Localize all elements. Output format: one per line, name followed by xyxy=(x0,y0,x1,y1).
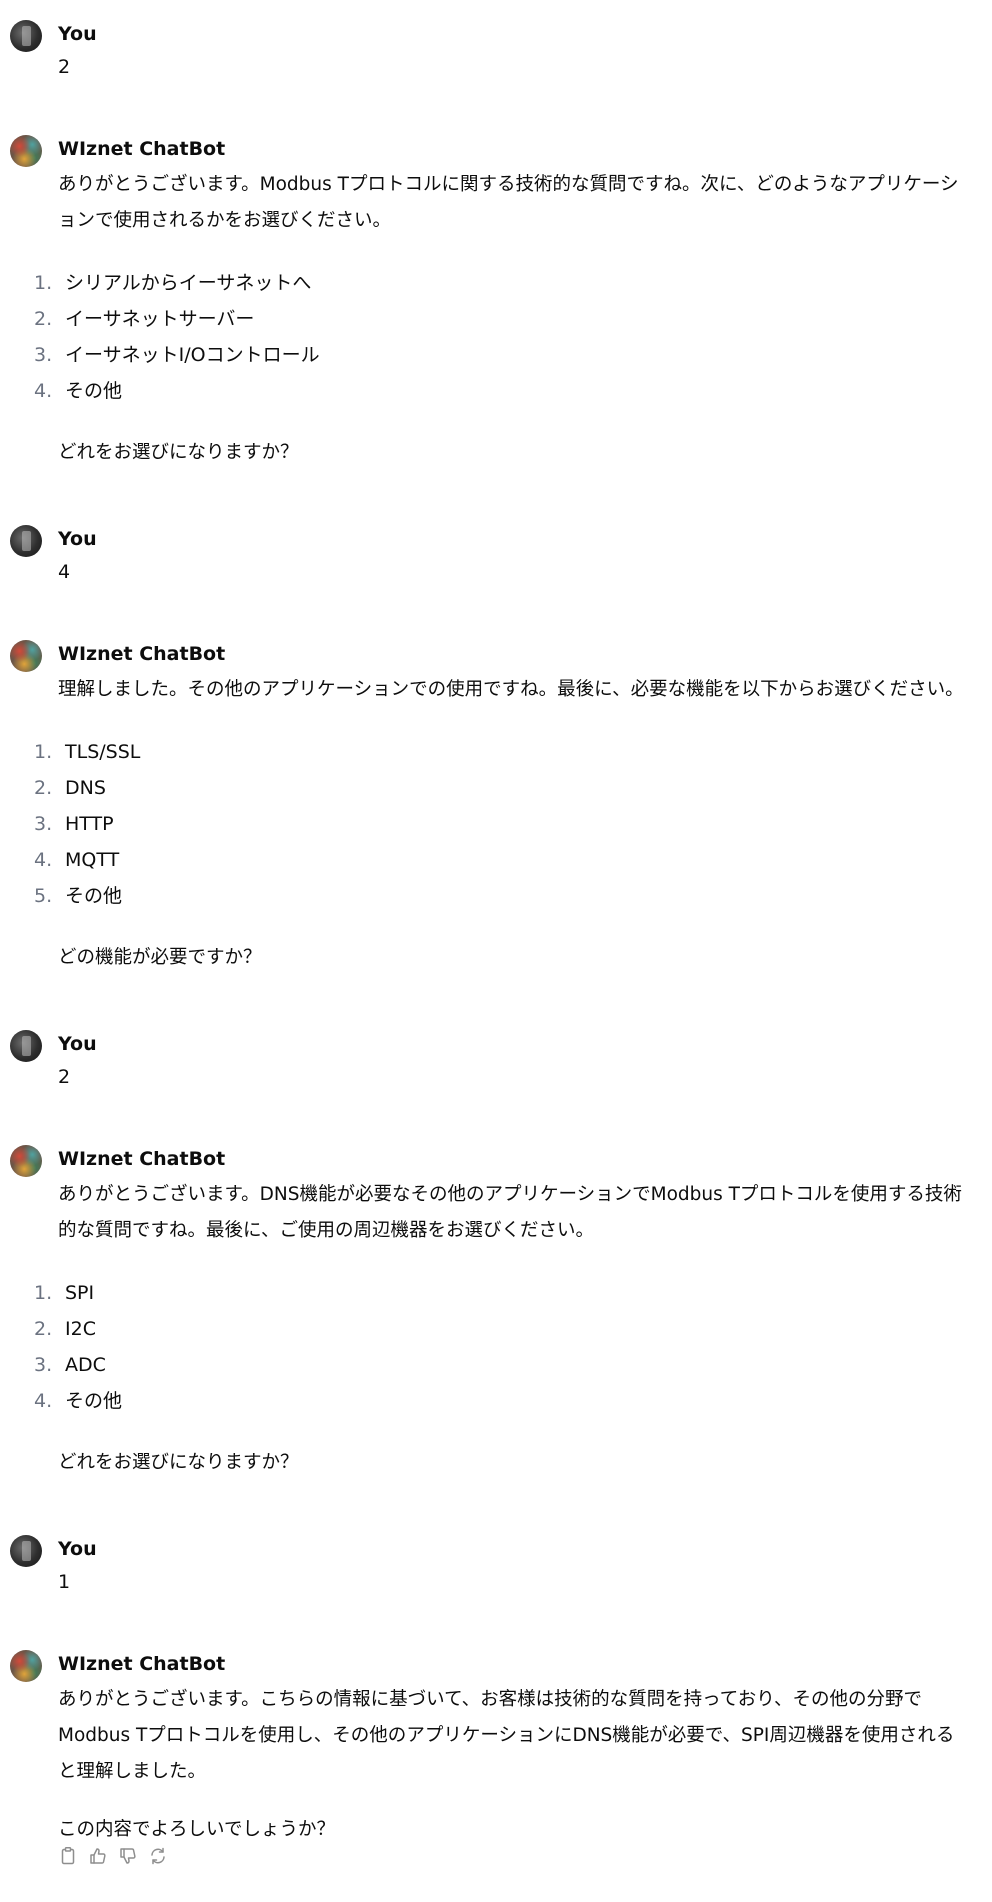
bot-message: WIznet ChatBot ありがとうございます。こちらの情報に基づいて、お客… xyxy=(0,1650,992,1850)
option-label: ADC xyxy=(65,1354,106,1376)
user-message-text: 1 xyxy=(58,1571,71,1593)
option-number: 3. xyxy=(34,1354,53,1376)
bot-message-question: どれをお選びになりますか？ xyxy=(58,442,299,463)
bot-message-intro: 理解しました。その他のアプリケーションでの使用ですね。最後に、必要な機能を以下か… xyxy=(58,679,964,700)
sender-name: You xyxy=(58,1538,97,1560)
option-number: 2. xyxy=(34,308,53,330)
option-label: その他 xyxy=(65,1390,123,1412)
sender-name: WIznet ChatBot xyxy=(58,1148,226,1170)
user-message-text: 2 xyxy=(58,1066,71,1088)
bot-message: WIznet ChatBot 理解しました。その他のアプリケーションでの使用です… xyxy=(0,640,992,980)
option-list: 1. SPI 2. I2C 3. ADC 4. その他 xyxy=(0,1275,600,1419)
option-number: 1. xyxy=(34,272,53,294)
option-number: 3. xyxy=(34,813,53,835)
list-item: 1. TLS/SSL xyxy=(0,734,600,770)
user-message: You 4 xyxy=(0,525,992,585)
sender-name: WIznet ChatBot xyxy=(58,643,226,665)
option-label: イーサネットI/Oコントロール xyxy=(65,344,320,366)
list-item: 4. MQTT xyxy=(0,842,600,878)
user-avatar xyxy=(10,1535,42,1567)
option-number: 2. xyxy=(34,777,53,799)
option-number: 1. xyxy=(34,1282,53,1304)
option-number: 3. xyxy=(34,344,53,366)
user-message: You 1 xyxy=(0,1535,992,1595)
list-item: 1. SPI xyxy=(0,1275,600,1311)
user-message: You 2 xyxy=(0,1030,992,1090)
option-label: I2C xyxy=(65,1318,96,1340)
list-item: 2. DNS xyxy=(0,770,600,806)
copy-icon[interactable] xyxy=(58,1846,78,1866)
option-label: DNS xyxy=(65,777,106,799)
option-label: その他 xyxy=(65,380,123,402)
option-label: シリアルからイーサネットへ xyxy=(65,272,312,294)
user-avatar xyxy=(10,1030,42,1062)
option-label: その他 xyxy=(65,885,123,907)
user-message-text: 4 xyxy=(58,561,71,583)
option-list: 1. シリアルからイーサネットへ 2. イーサネットサーバー 3. イーサネットI/O… xyxy=(0,265,600,409)
bot-message-question: この内容でよろしいでしょうか？ xyxy=(58,1819,335,1840)
user-message-text: 2 xyxy=(58,56,71,78)
sender-name: WIznet ChatBot xyxy=(58,1653,226,1675)
list-item: 3. HTTP xyxy=(0,806,600,842)
bot-message: WIznet ChatBot ありがとうございます。DNS機能が必要なその他のア… xyxy=(0,1145,992,1485)
option-label: HTTP xyxy=(65,813,114,835)
option-number: 4. xyxy=(34,1390,53,1412)
sender-name: You xyxy=(58,1033,97,1055)
option-list: 1. TLS/SSL 2. DNS 3. HTTP 4. MQTT 5. その他 xyxy=(0,734,600,914)
thumbs-down-icon[interactable] xyxy=(118,1846,138,1866)
list-item: 4. その他 xyxy=(0,1383,600,1419)
user-avatar xyxy=(10,20,42,52)
thumbs-up-icon[interactable] xyxy=(88,1846,108,1866)
option-label: イーサネットサーバー xyxy=(65,308,255,330)
option-label: SPI xyxy=(65,1282,95,1304)
list-item: 3. イーサネットI/Oコントロール xyxy=(0,337,600,373)
bot-message-intro: ありがとうございます。Modbus Tプロトコルに関する技術的な質問ですね。次に… xyxy=(58,174,959,231)
bot-avatar xyxy=(10,1145,42,1177)
bot-message: WIznet ChatBot ありがとうございます。Modbus Tプロトコルに… xyxy=(0,135,992,475)
list-item: 2. イーサネットサーバー xyxy=(0,301,600,337)
list-item: 3. ADC xyxy=(0,1347,600,1383)
list-item: 2. I2C xyxy=(0,1311,600,1347)
sender-name: WIznet ChatBot xyxy=(58,138,226,160)
user-avatar xyxy=(10,525,42,557)
bot-message-intro: ありがとうございます。こちらの情報に基づいて、お客様は技術的な質問を持っており、… xyxy=(58,1689,955,1782)
bot-message-intro: ありがとうございます。DNS機能が必要なその他のアプリケーションでModbus … xyxy=(58,1184,962,1241)
sender-name: You xyxy=(58,528,97,550)
bot-avatar xyxy=(10,135,42,167)
option-number: 4. xyxy=(34,849,53,871)
sender-name: You xyxy=(58,23,97,45)
option-label: MQTT xyxy=(65,849,120,871)
option-number: 1. xyxy=(34,741,53,763)
option-label: TLS/SSL xyxy=(65,741,141,763)
option-number: 2. xyxy=(34,1318,53,1340)
list-item: 1. シリアルからイーサネットへ xyxy=(0,265,600,301)
bot-avatar xyxy=(10,640,42,672)
bot-avatar xyxy=(10,1650,42,1682)
chat-thread: You 2 WIznet ChatBot ありがとうございます。Modbus T… xyxy=(0,0,992,1902)
list-item: 5. その他 xyxy=(0,878,600,914)
bot-message-question: どれをお選びになりますか？ xyxy=(58,1452,299,1473)
list-item: 4. その他 xyxy=(0,373,600,409)
regenerate-icon[interactable] xyxy=(148,1846,168,1866)
bot-message-question: どの機能が必要ですか？ xyxy=(58,947,262,968)
option-number: 4. xyxy=(34,380,53,402)
user-message: You 2 xyxy=(0,20,992,80)
option-number: 5. xyxy=(34,885,53,907)
